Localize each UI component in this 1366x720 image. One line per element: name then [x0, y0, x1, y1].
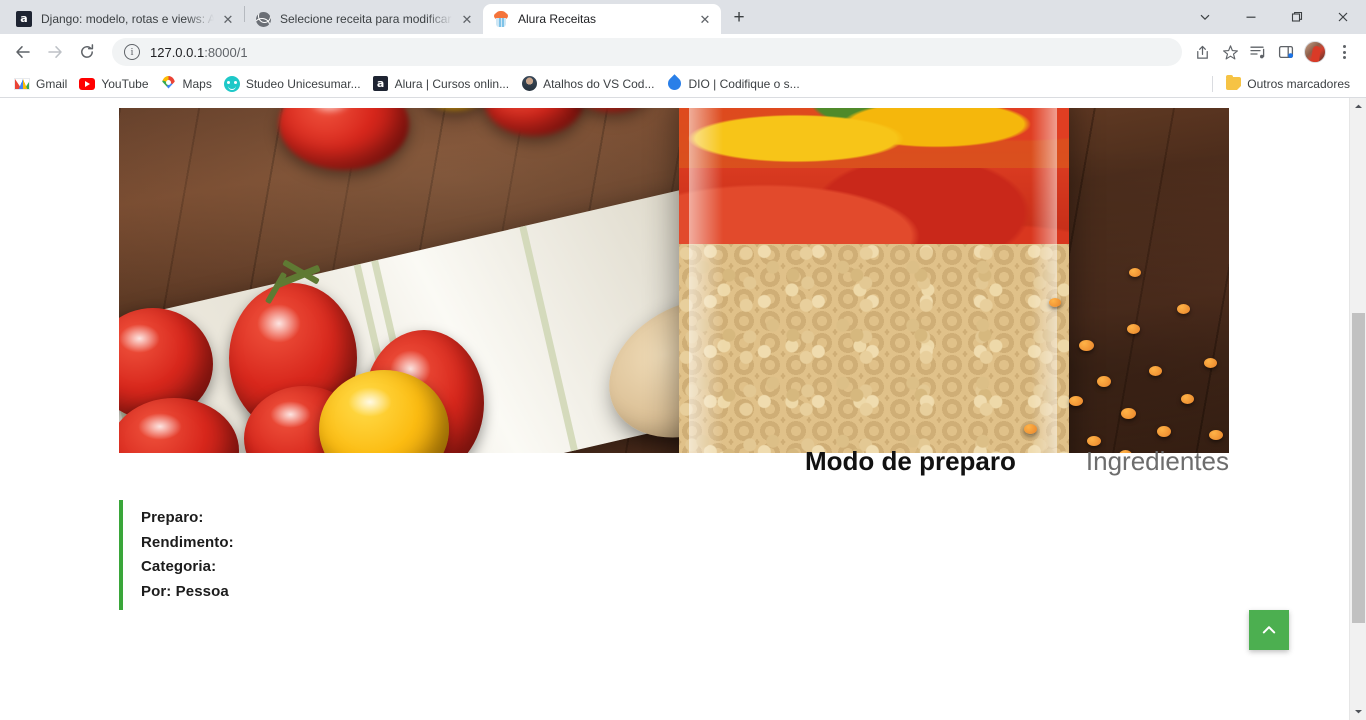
scattered-lentil [1181, 394, 1194, 404]
url-host: 127.0.0.1 [150, 44, 205, 60]
profile-avatar[interactable] [1304, 41, 1326, 63]
page-scrollbar[interactable] [1349, 98, 1366, 720]
bookmark-alura[interactable]: a Alura | Cursos onlin... [369, 73, 518, 95]
forward-arrow-icon[interactable] [40, 37, 70, 67]
bookmark-label: YouTube [101, 76, 149, 91]
maximize-icon[interactable] [1274, 0, 1320, 34]
bookmark-label: Maps [182, 76, 212, 91]
scattered-lentil [1204, 358, 1217, 368]
alura-icon: a [16, 11, 32, 27]
media-control-icon[interactable] [1244, 38, 1272, 66]
scattered-lentil [1121, 408, 1136, 419]
scrollbar-down-arrow-icon[interactable] [1350, 703, 1366, 720]
bookmark-dio[interactable]: DIO | Codifique o s... [662, 73, 807, 95]
detail-rendimento: Rendimento: [141, 533, 234, 551]
bookmark-vscode-shortcuts[interactable]: Atalhos do VS Cod... [517, 73, 662, 95]
scattered-lentil [1209, 430, 1223, 440]
recipe-section-tabs: Modo de preparo Ingredientes [119, 446, 1229, 477]
scattered-lentil [1024, 424, 1037, 434]
bookmark-label: Atalhos do VS Cod... [543, 76, 655, 91]
bookmark-label: DIO | Codifique o s... [688, 76, 800, 91]
scattered-lentil [1177, 304, 1190, 314]
recipe-page: Modo de preparo Ingredientes Preparo: Re… [0, 98, 1349, 720]
browser-toolbar: i 127.0.0.1:8000/1 [0, 34, 1366, 70]
gmail-icon [14, 76, 30, 92]
jar-lentil-layer [679, 244, 1069, 453]
recipe-photo [119, 108, 1229, 453]
youtube-icon [79, 76, 96, 92]
dio-droplet-icon [666, 76, 682, 92]
browser-tab-1[interactable]: a Django: modelo, rotas e views: A ✕ [6, 4, 244, 34]
bookmark-maps[interactable]: Maps [157, 73, 220, 95]
tab-close-button[interactable]: ✕ [697, 11, 713, 27]
scattered-lentil [1049, 298, 1061, 307]
address-bar[interactable]: i 127.0.0.1:8000/1 [112, 38, 1182, 66]
info-icon[interactable]: i [124, 44, 140, 60]
detail-preparo: Preparo: [141, 509, 204, 526]
alura-icon: a [373, 76, 389, 92]
bookmarks-divider [1212, 75, 1214, 92]
scroll-to-top-button[interactable] [1249, 610, 1289, 650]
bookmark-label: Gmail [36, 76, 68, 91]
cupcake-icon [493, 11, 509, 27]
minimize-icon[interactable] [1228, 0, 1274, 34]
side-panel-icon[interactable] [1272, 38, 1300, 66]
chevron-up-icon [1260, 621, 1278, 639]
tab-modo-de-preparo[interactable]: Modo de preparo [805, 446, 1016, 477]
detail-categoria: Categoria: [141, 558, 217, 575]
share-icon[interactable] [1188, 38, 1216, 66]
browser-tab-2[interactable]: Selecione receita para modificar ✕ [245, 4, 483, 34]
jar-highlight [1031, 108, 1057, 453]
bookmark-studeo[interactable]: Studeo Unicesumar... [220, 73, 369, 95]
browser-tab-3-active[interactable]: Alura Receitas ✕ [483, 4, 721, 34]
studeo-icon [223, 75, 240, 92]
scattered-lentil [1069, 396, 1083, 406]
scattered-lentil [1157, 426, 1171, 437]
url-text: 127.0.0.1:8000/1 [150, 45, 248, 60]
reload-icon[interactable] [72, 37, 102, 67]
photo-avatar-icon [521, 76, 537, 92]
detail-por: Por: Pessoa [141, 582, 229, 600]
bookmark-youtube[interactable]: YouTube [75, 73, 156, 95]
bookmark-gmail[interactable]: Gmail [10, 73, 75, 95]
url-path: :8000/1 [204, 44, 248, 60]
star-icon[interactable] [1216, 38, 1244, 66]
other-bookmarks-button[interactable]: Outros marcadores [1221, 73, 1358, 95]
tab-title: Django: modelo, rotas e views: A [41, 12, 214, 26]
folder-icon [1225, 75, 1241, 92]
scattered-lentil [1127, 324, 1140, 334]
tab-title: Selecione receita para modificar [280, 12, 452, 26]
maps-pin-icon [161, 76, 177, 92]
jar-highlight [689, 108, 723, 453]
page-viewport: Modo de preparo Ingredientes Preparo: Re… [0, 98, 1366, 720]
tab-search-chevron-down-icon[interactable] [1182, 0, 1228, 34]
tab-ingredientes[interactable]: Ingredientes [1086, 446, 1229, 477]
tab-close-button[interactable]: ✕ [459, 11, 475, 27]
recipe-details: Preparo: Rendimento: Categoria: Por: Pes… [119, 500, 234, 610]
tab-close-button[interactable]: ✕ [220, 11, 236, 27]
tab-strip: a Django: modelo, rotas e views: A ✕ Sel… [0, 0, 1366, 34]
globe-icon [255, 11, 271, 27]
tab-title: Alura Receitas [518, 12, 597, 26]
window-controls [1182, 0, 1366, 34]
bookmark-label: Alura | Cursos onlin... [394, 76, 510, 91]
scrollbar-thumb[interactable] [1352, 313, 1365, 623]
glass-jar [679, 108, 1069, 453]
bookmark-label: Studeo Unicesumar... [245, 76, 361, 91]
close-icon[interactable] [1320, 0, 1366, 34]
bookmarks-bar-right: Outros marcadores [1204, 73, 1358, 95]
browser-window: a Django: modelo, rotas e views: A ✕ Sel… [0, 0, 1366, 720]
new-tab-button[interactable]: + [725, 4, 753, 32]
bookmarks-bar: Gmail YouTube Maps Studeo Unicesumar... … [0, 70, 1366, 98]
scattered-lentil [1129, 268, 1141, 277]
scattered-lentil [1079, 340, 1094, 351]
scrollbar-up-arrow-icon[interactable] [1350, 98, 1366, 115]
scattered-lentil [1149, 366, 1162, 376]
back-arrow-icon[interactable] [8, 37, 38, 67]
scattered-lentil [1087, 436, 1101, 446]
kebab-menu-icon[interactable] [1330, 45, 1358, 59]
other-bookmarks-label: Outros marcadores [1247, 76, 1350, 91]
scattered-lentil [1097, 376, 1111, 387]
